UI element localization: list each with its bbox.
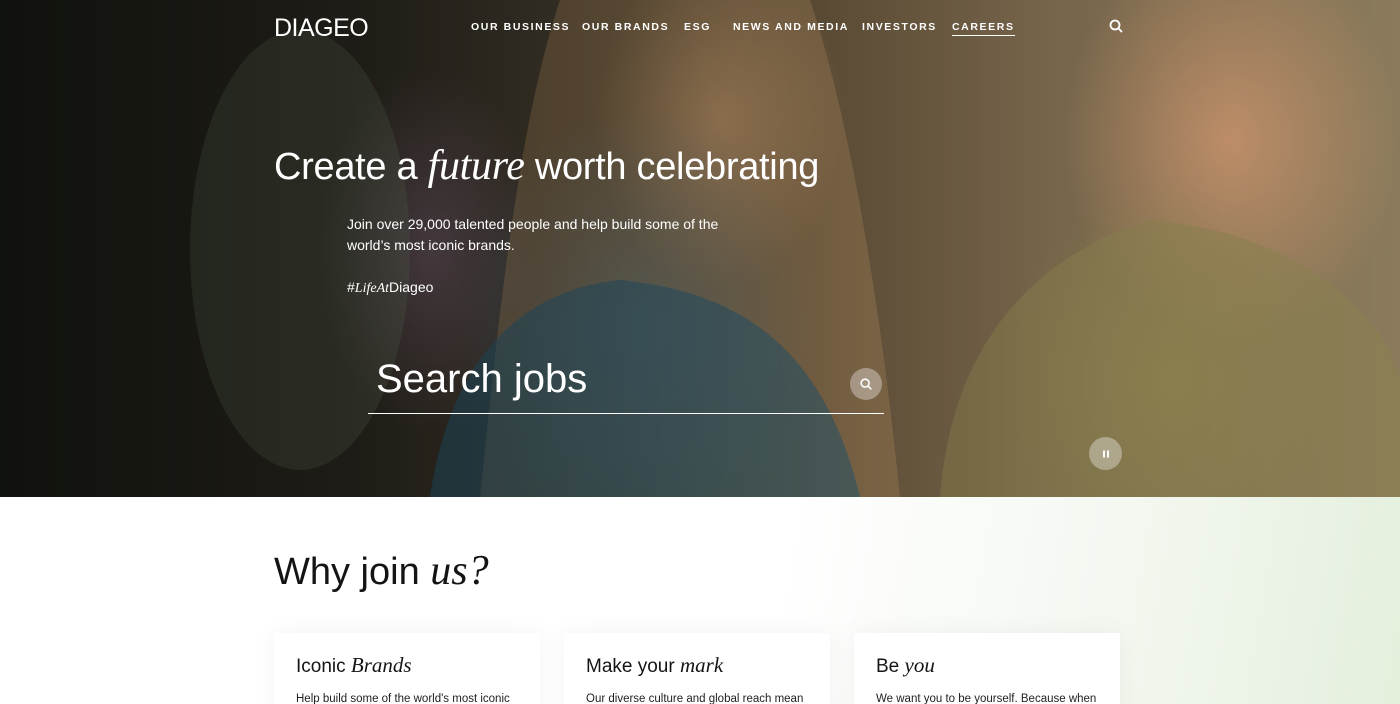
card-body: We want you to be yourself. Because when — [876, 693, 1097, 704]
card-title-pre: Make your — [586, 656, 680, 677]
nav-item-esg[interactable]: ESG — [684, 21, 711, 33]
card-title-pre: Be — [876, 656, 905, 677]
card-title-emphasis: Brands — [350, 653, 412, 677]
card-make-your-mark[interactable]: Make your mark Our diverse culture and g… — [564, 633, 830, 704]
hashtag-pre: # — [347, 279, 355, 295]
hero-title-emphasis: future — [427, 143, 525, 189]
nav-item-our-brands[interactable]: OUR BRANDS — [582, 21, 669, 33]
why-title-emphasis: us? — [430, 548, 489, 594]
card-body: Help build some of the world's most icon… — [296, 693, 510, 704]
hero-title-post: worth celebrating — [524, 146, 820, 188]
main-nav: OUR BUSINESS OUR BRANDS ESG NEWS AND MED… — [0, 21, 1400, 36]
card-title: Be you — [876, 653, 935, 678]
hero-banner: DIAGEO OUR BUSINESS OUR BRANDS ESG NEWS … — [0, 0, 1400, 497]
hero-subtitle: Join over 29,000 talented people and hel… — [347, 216, 719, 253]
nav-item-investors[interactable]: INVESTORS — [862, 21, 937, 33]
card-be-you[interactable]: Be you We want you to be yourself. Becau… — [854, 633, 1120, 704]
card-iconic-brands[interactable]: Iconic Brands Help build some of the wor… — [274, 633, 540, 704]
card-title: Iconic Brands — [296, 653, 412, 678]
nav-item-our-business[interactable]: OUR BUSINESS — [471, 21, 570, 33]
search-icon — [860, 378, 872, 390]
why-join-title: Why join us? — [274, 547, 489, 595]
card-title-emphasis: mark — [679, 653, 724, 677]
card-title-pre: Iconic — [296, 656, 351, 677]
hashtag-emphasis: LifeAt — [354, 281, 390, 296]
why-join-section: Why join us? Iconic Brands Help build so… — [0, 497, 1400, 704]
nav-item-careers[interactable]: CAREERS — [952, 21, 1015, 36]
nav-item-news-and-media[interactable]: NEWS AND MEDIA — [733, 21, 849, 33]
hero-title-pre: Create a — [274, 146, 428, 188]
card-body: Our diverse culture and global reach mea… — [586, 693, 804, 704]
video-pause-button[interactable] — [1089, 437, 1122, 470]
search-jobs-input[interactable] — [376, 354, 836, 404]
search-jobs-button[interactable] — [850, 368, 882, 400]
why-title-pre: Why join — [274, 551, 431, 593]
card-title: Make your mark — [586, 653, 723, 678]
job-search-box — [368, 354, 884, 414]
card-title-emphasis: you — [904, 653, 935, 677]
hero-title: Create a future worth celebrating — [274, 142, 819, 190]
pause-icon — [1102, 450, 1109, 457]
hashtag-post: Diageo — [389, 279, 434, 295]
hashtag: #LifeAtDiageo — [347, 279, 433, 297]
search-icon[interactable] — [1108, 18, 1124, 34]
